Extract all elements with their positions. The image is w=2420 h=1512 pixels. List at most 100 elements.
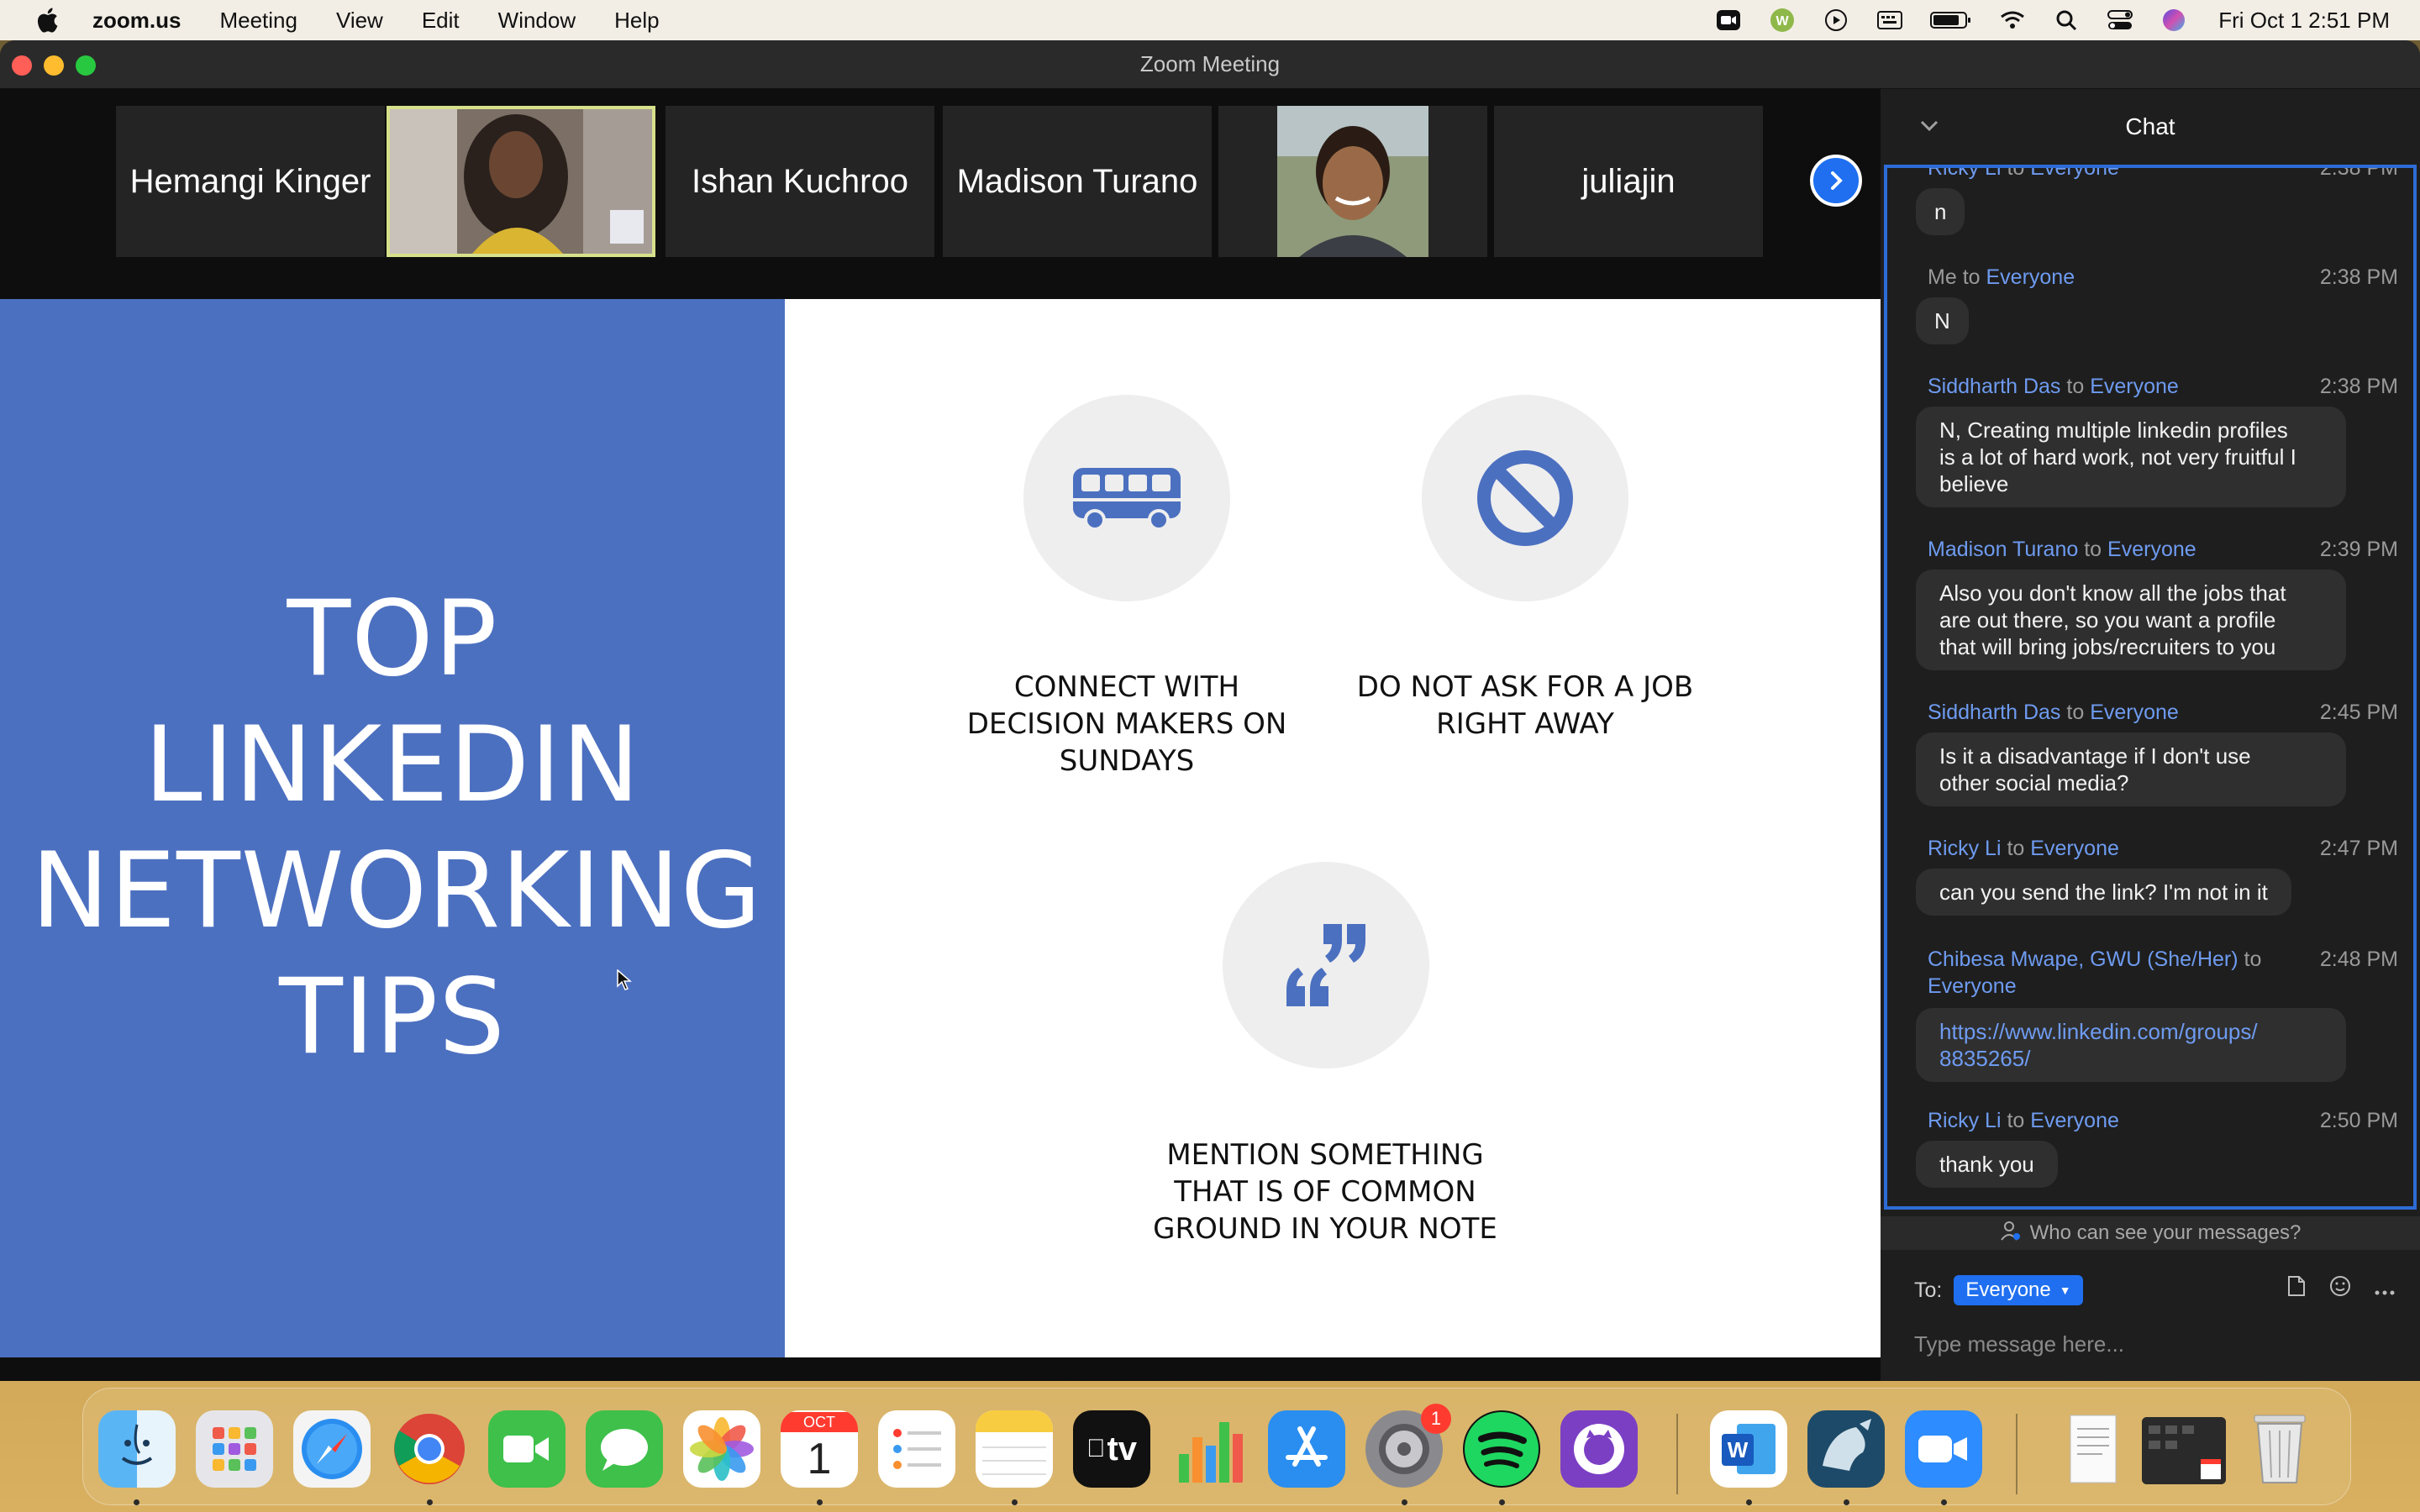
recipient-select[interactable]: Everyone ▼ <box>1954 1275 2083 1305</box>
finder-icon[interactable] <box>98 1410 176 1488</box>
window-titlebar: Zoom Meeting <box>0 40 2420 89</box>
menu-app-name[interactable]: zoom.us <box>92 8 181 34</box>
participant-video-tile[interactable] <box>387 106 655 257</box>
participant-tile[interactable]: Hemangi Kinger <box>116 106 385 257</box>
safari-icon[interactable] <box>293 1410 371 1488</box>
message-bubble: can you send the link? I'm not in it <box>1916 869 2291 916</box>
message-sender[interactable]: Chibesa Mwape, GWU (She/Her) <box>1928 948 2238 971</box>
chat-message: Madison Turano to Everyone 2:39 PM Also … <box>1887 538 2413 670</box>
spotify-icon[interactable] <box>1463 1410 1540 1488</box>
message-sender[interactable]: Siddharth Das <box>1928 375 2060 398</box>
facetime-icon[interactable] <box>488 1410 566 1488</box>
menu-window[interactable]: Window <box>498 8 576 34</box>
more-options-icon[interactable] <box>2375 1276 2395 1302</box>
w-status-icon[interactable]: W <box>1768 8 1797 32</box>
play-status-icon[interactable] <box>1822 8 1850 32</box>
reminders-icon[interactable] <box>878 1410 955 1488</box>
photos-icon[interactable] <box>683 1410 760 1488</box>
emoji-icon[interactable] <box>2329 1275 2351 1303</box>
running-indicator <box>1844 1499 1849 1505</box>
chevron-down-icon[interactable] <box>1919 119 1939 133</box>
who-can-see-text[interactable]: Who can see your messages? <box>2030 1221 2302 1245</box>
menubar-clock[interactable]: Fri Oct 1 2:51 PM <box>2218 8 2390 34</box>
mouse-cursor-icon <box>617 969 632 990</box>
chat-message: Ricky Li to Everyone 2:38 PM n <box>1887 165 2413 235</box>
message-text-line: Also you don't know all the jobs that <box>1939 580 2286 606</box>
tip-text-line: DECISION MAKERS ON <box>966 707 1287 741</box>
filmstrip-next-button[interactable] <box>1810 155 1862 207</box>
dock: OCT 1 tv 1 <box>82 1388 2351 1505</box>
message-to-label: to <box>2084 538 2102 561</box>
chat-message-header: Siddharth Das to Everyone 2:38 PM <box>1887 375 2413 403</box>
minimize-window-button[interactable] <box>44 55 64 76</box>
menu-meeting[interactable]: Meeting <box>219 8 297 34</box>
apple-icon[interactable] <box>34 5 64 35</box>
zoom-icon[interactable] <box>1905 1410 1982 1488</box>
message-sender[interactable]: Madison Turano <box>1928 538 2078 561</box>
prohibited-icon <box>1477 450 1573 546</box>
close-window-button[interactable] <box>12 55 32 76</box>
tip-icon-circle <box>1023 395 1230 601</box>
chat-message-list[interactable]: Ricky Li to Everyone 2:38 PM n Me to Eve… <box>1884 165 2417 1210</box>
message-sender[interactable]: Ricky Li <box>1928 1109 2002 1132</box>
message-recipient: Everyone <box>2030 165 2119 180</box>
message-sender[interactable]: Siddharth Das <box>1928 701 2060 724</box>
message-link-line[interactable]: https://www.linkedin.com/groups/ <box>1939 1018 2323 1045</box>
file-icon[interactable] <box>2287 1275 2306 1303</box>
chrome-icon[interactable] <box>391 1410 468 1488</box>
participant-video-image <box>1218 106 1487 257</box>
keyboard-status-icon[interactable] <box>1876 8 1904 32</box>
tip-text-line: CONNECT WITH <box>1013 670 1240 704</box>
word-icon[interactable]: W <box>1710 1410 1787 1488</box>
message-text-line: can you send the link? I'm not in it <box>1939 879 2268 905</box>
document-stack-icon[interactable] <box>2053 1410 2130 1488</box>
menu-view[interactable]: View <box>336 8 383 34</box>
running-indicator <box>1499 1499 1505 1505</box>
message-link-line[interactable]: 8835265/ <box>1939 1045 2323 1072</box>
who-can-see-messages-link[interactable]: Who can see your messages? <box>1881 1216 2420 1250</box>
zoom-status-icon[interactable] <box>1714 8 1743 32</box>
participant-video-tile[interactable] <box>1218 106 1487 257</box>
message-time: 2:50 PM <box>2319 1109 2398 1132</box>
participant-tile[interactable]: Madison Turano <box>943 106 1212 257</box>
trash-icon[interactable] <box>2241 1410 2318 1488</box>
tip-text: DO NOT ASK FOR A JOB RIGHT AWAY <box>1336 669 1714 743</box>
battery-icon[interactable] <box>1929 8 1973 32</box>
tip-text: MENTION SOMETHING THAT IS OF COMMON GROU… <box>1129 1137 1521 1247</box>
github-desktop-icon[interactable] <box>1560 1410 1638 1488</box>
running-indicator <box>427 1499 433 1505</box>
participant-tile[interactable]: Ishan Kuchroo <box>666 106 934 257</box>
message-input[interactable] <box>1914 1327 2385 1361</box>
message-to-label: to <box>2066 701 2085 724</box>
message-to-label: to <box>1962 265 1981 289</box>
launchpad-icon[interactable] <box>196 1410 273 1488</box>
siri-icon[interactable] <box>2160 8 2188 32</box>
control-center-icon[interactable] <box>2106 8 2134 32</box>
wifi-icon[interactable] <box>1998 8 2027 32</box>
notes-icon[interactable] <box>976 1410 1053 1488</box>
fullscreen-window-button[interactable] <box>76 55 96 76</box>
menu-help[interactable]: Help <box>614 8 659 34</box>
messages-icon[interactable] <box>586 1410 663 1488</box>
chevron-right-icon <box>1831 171 1843 190</box>
message-to-label: to <box>2244 948 2262 971</box>
apple-tv-icon[interactable]: tv <box>1073 1410 1150 1488</box>
menu-edit[interactable]: Edit <box>422 8 460 34</box>
slide-title-panel: TOP LINKEDIN NETWORKING TIPS <box>0 299 785 1357</box>
calendar-icon[interactable]: OCT 1 <box>781 1410 858 1488</box>
message-sender[interactable]: Ricky Li <box>1928 168 2002 180</box>
mysql-workbench-icon[interactable] <box>1807 1410 1885 1488</box>
participant-tile[interactable]: juliajin <box>1494 106 1763 257</box>
message-link-bubble[interactable]: https://www.linkedin.com/groups/ 8835265… <box>1916 1008 2346 1082</box>
to-label: To: <box>1914 1278 1943 1302</box>
message-sender[interactable]: Ricky Li <box>1928 837 2002 860</box>
message-time: 2:48 PM <box>2319 948 2398 971</box>
participant-name: Hemangi Kinger <box>129 162 371 200</box>
spotlight-icon[interactable] <box>2052 8 2081 32</box>
participant-name: Ishan Kuchroo <box>692 162 908 200</box>
screenshot-thumbnail-icon[interactable] <box>2142 1417 2226 1484</box>
participant-filmstrip: Hemangi Kinger Ishan Kuchroo Madison Tur… <box>0 89 1881 299</box>
slide-title-line: TOP LINKEDIN <box>144 579 641 826</box>
app-store-icon[interactable] <box>1268 1410 1345 1488</box>
numbers-icon[interactable] <box>1171 1410 1248 1488</box>
